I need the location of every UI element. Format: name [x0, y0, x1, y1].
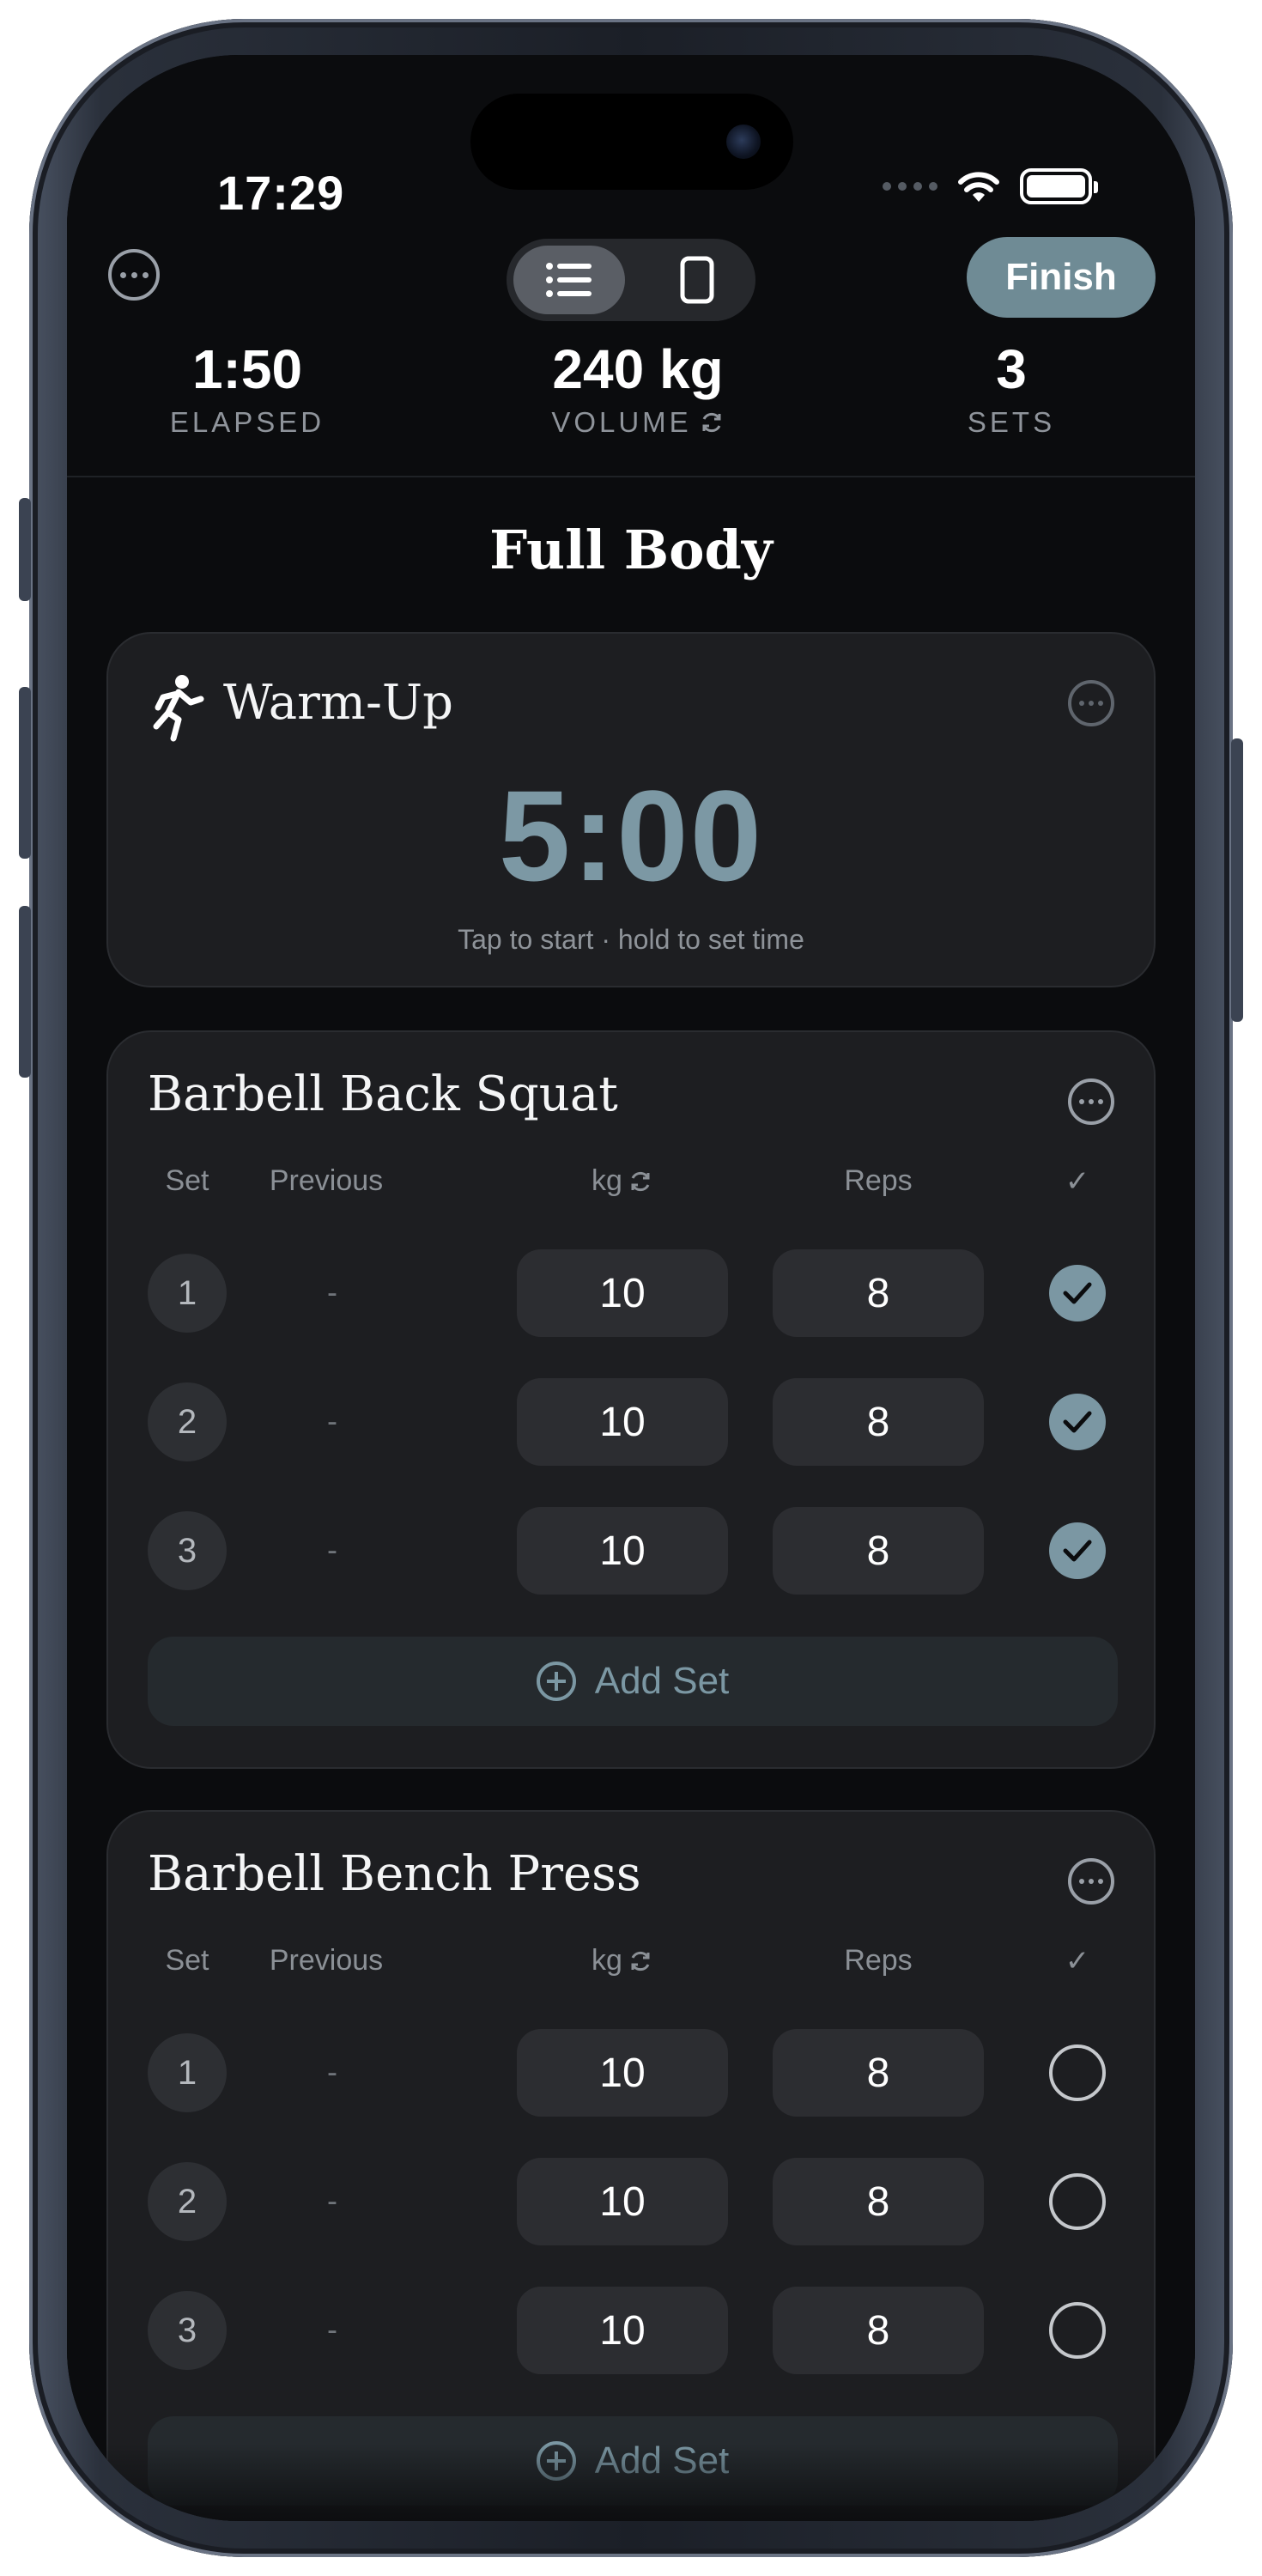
col-set: Set — [165, 1164, 209, 1197]
col-check: ✓ — [1065, 1165, 1090, 1198]
exercise-card-bench: Barbell Bench Press Set Previous kg Reps… — [106, 1810, 1156, 2521]
refresh-icon — [631, 1951, 650, 1971]
action-button — [19, 498, 31, 601]
exercise-card-squat: Barbell Back Squat Set Previous kg Reps … — [106, 1030, 1156, 1769]
set-number[interactable]: 2 — [148, 2162, 227, 2241]
card-view-button[interactable] — [663, 246, 731, 314]
dynamic-island — [470, 94, 793, 190]
volume-up-button — [19, 687, 31, 859]
warmup-card[interactable]: Warm-Up 5:00 Tap to start · hold to set … — [106, 632, 1156, 987]
previous-value: - — [327, 2054, 337, 2089]
weight-input[interactable]: 10 — [517, 2287, 728, 2374]
side-button — [1231, 738, 1243, 1022]
add-set-button[interactable]: Add Set — [148, 2416, 1118, 2506]
app-view: 17:29 Finish 1:50 ELAPSED 240 kg VOLUME … — [67, 55, 1195, 2521]
list-icon — [546, 263, 592, 297]
set-complete-checkbox[interactable] — [1049, 1522, 1106, 1579]
weight-input[interactable]: 10 — [517, 1507, 728, 1595]
list-view-button[interactable] — [513, 246, 625, 314]
reps-input[interactable]: 8 — [773, 1507, 984, 1595]
previous-value: - — [327, 1532, 337, 1567]
previous-value: - — [327, 2312, 337, 2347]
warmup-more-icon[interactable] — [1068, 680, 1114, 726]
warmup-timer[interactable]: 5:00 — [108, 762, 1154, 908]
battery-icon — [1020, 168, 1098, 204]
sets-value: 3 — [996, 338, 1027, 400]
weight-input[interactable]: 10 — [517, 1378, 728, 1466]
set-number[interactable]: 1 — [148, 1254, 227, 1333]
reps-input[interactable]: 8 — [773, 1249, 984, 1337]
status-indicators — [883, 168, 1098, 204]
exercise-title[interactable]: Barbell Bench Press — [148, 1846, 641, 1902]
col-reps: Reps — [844, 1164, 913, 1197]
more-options-icon[interactable] — [108, 249, 160, 301]
sets-label: SETS — [967, 406, 1056, 438]
card-icon — [680, 256, 714, 304]
timer-hint: Tap to start · hold to set time — [458, 924, 804, 955]
col-kg[interactable]: kg — [517, 1944, 728, 1978]
checkmark-icon — [1063, 1411, 1092, 1433]
col-set: Set — [165, 1944, 209, 1977]
camera-icon — [726, 125, 761, 159]
workout-title[interactable]: Full Body — [67, 519, 1195, 581]
weight-input[interactable]: 10 — [517, 2029, 728, 2117]
col-kg[interactable]: kg — [517, 1164, 728, 1198]
exercise-title[interactable]: Barbell Back Squat — [148, 1066, 618, 1122]
add-set-label: Add Set — [594, 1660, 730, 1702]
wifi-icon — [958, 172, 999, 202]
set-number[interactable]: 3 — [148, 2291, 227, 2370]
set-complete-checkbox[interactable] — [1049, 1394, 1106, 1450]
previous-value: - — [327, 1403, 337, 1438]
checkmark-icon — [1063, 1540, 1092, 1562]
add-set-button[interactable]: Add Set — [148, 1637, 1118, 1726]
col-check: ✓ — [1065, 1945, 1090, 1978]
set-complete-checkbox[interactable] — [1049, 2044, 1106, 2101]
reps-input[interactable]: 8 — [773, 2287, 984, 2374]
refresh-icon — [702, 412, 721, 433]
stat-elapsed: 1:50 ELAPSED — [161, 338, 333, 440]
col-previous: Previous — [269, 1944, 384, 1977]
previous-value: - — [327, 2183, 337, 2218]
checkmark-icon — [1063, 1282, 1092, 1304]
set-complete-checkbox[interactable] — [1049, 1265, 1106, 1321]
set-number[interactable]: 2 — [148, 1382, 227, 1461]
status-time: 17:29 — [217, 166, 345, 220]
finish-button[interactable]: Finish — [967, 237, 1156, 318]
running-figure-icon — [153, 675, 204, 742]
set-complete-checkbox[interactable] — [1049, 2173, 1106, 2230]
reps-input[interactable]: 8 — [773, 1378, 984, 1466]
refresh-icon — [631, 1171, 650, 1191]
volume-value: 240 kg — [552, 338, 724, 400]
previous-value: - — [327, 1274, 337, 1309]
warmup-title: Warm-Up — [223, 675, 453, 731]
exercise-more-icon[interactable] — [1068, 1858, 1114, 1905]
elapsed-value: 1:50 — [191, 338, 303, 400]
reps-input[interactable]: 8 — [773, 2158, 984, 2245]
add-set-label: Add Set — [594, 2439, 730, 2482]
screen: 17:29 Finish 1:50 ELAPSED 240 kg VOLUME … — [67, 55, 1195, 2521]
header-divider — [67, 476, 1195, 477]
weight-input[interactable]: 10 — [517, 2158, 728, 2245]
plus-circle-icon — [536, 1662, 576, 1701]
plus-circle-icon — [536, 2441, 576, 2481]
stat-sets: 3 SETS — [925, 338, 1097, 440]
volume-label: VOLUME — [496, 405, 780, 440]
weight-input[interactable]: 10 — [517, 1249, 728, 1337]
set-number[interactable]: 3 — [148, 1511, 227, 1590]
cellular-signal-icon — [883, 182, 937, 191]
stat-volume[interactable]: 240 kg VOLUME — [496, 338, 780, 440]
col-reps: Reps — [844, 1944, 913, 1977]
set-complete-checkbox[interactable] — [1049, 2302, 1106, 2359]
volume-down-button — [19, 906, 31, 1078]
exercise-more-icon[interactable] — [1068, 1078, 1114, 1125]
set-number[interactable]: 1 — [148, 2033, 227, 2112]
elapsed-label: ELAPSED — [169, 406, 325, 438]
reps-input[interactable]: 8 — [773, 2029, 984, 2117]
col-previous: Previous — [269, 1164, 384, 1197]
view-toggle — [507, 239, 755, 321]
